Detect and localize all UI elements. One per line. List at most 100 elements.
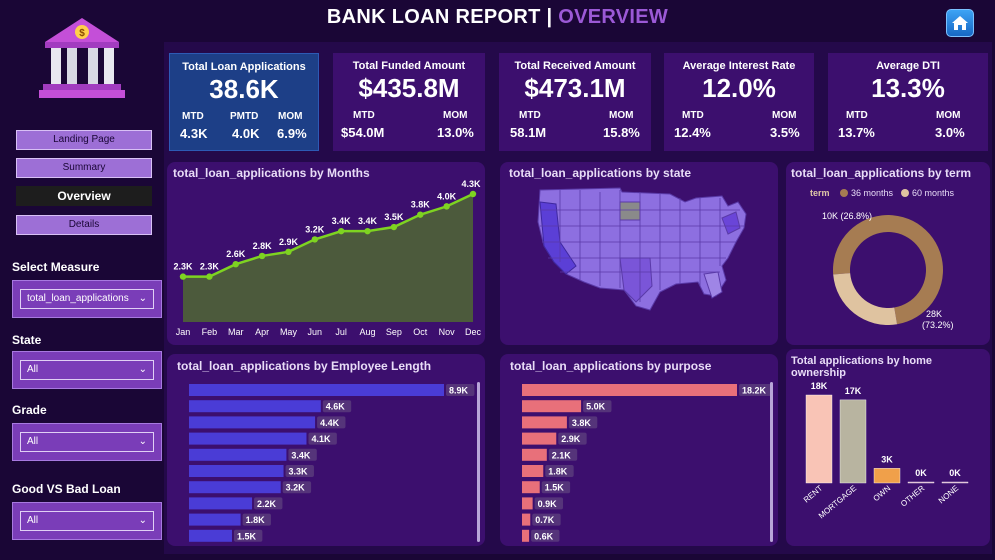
home-button[interactable] <box>946 9 974 37</box>
chevron-down-icon: ⌄ <box>138 436 147 447</box>
nav-landing-page[interactable]: Landing Page <box>16 130 152 150</box>
months-tick-label: Apr <box>255 327 269 337</box>
months-tick-label: Sep <box>386 327 402 337</box>
term-legend-label: 36 months <box>851 188 894 198</box>
months-data-label: 2.6K <box>226 249 246 259</box>
kpi-mtd-label: MTD <box>519 110 541 121</box>
purpose-panel: total_loan_applications by purpose 18.2K… <box>500 354 778 546</box>
bar <box>522 384 737 396</box>
bar-data-label: 1.5K <box>545 483 565 493</box>
months-tick-label: Feb <box>202 327 218 337</box>
scrollbar <box>770 382 773 542</box>
home-data-label: 0K <box>915 468 927 478</box>
kpi-mtd-label: MTD <box>682 110 704 121</box>
bar <box>522 432 557 445</box>
bar <box>522 465 544 477</box>
home-bar <box>907 481 935 484</box>
months-data-label: 3.8K <box>411 200 431 210</box>
kpi-pmtd-value: 4.0K <box>232 126 260 141</box>
nav-overview[interactable]: Overview <box>16 186 152 206</box>
months-chart[interactable]: 2.3K Jan 2.3K Feb 2.6K Mar 2.8K Apr 2.9K May 3.2K J… <box>167 162 485 345</box>
term-legend-title: term <box>810 188 830 198</box>
bar <box>189 497 253 510</box>
kpi-mom-label: MOM <box>936 110 961 121</box>
kpi-mtd-value: 12.4% <box>674 125 711 140</box>
home-icon <box>952 16 968 30</box>
months-point <box>443 203 450 210</box>
us-state-map[interactable] <box>500 162 778 345</box>
title-accent: OVERVIEW <box>558 6 669 28</box>
months-tick-label: Oct <box>413 327 428 337</box>
months-tick-label: Jan <box>176 327 191 337</box>
goodbad-label: Good VS Bad Loan <box>12 482 121 496</box>
bar <box>522 448 547 461</box>
bar <box>189 465 284 477</box>
kpi-mom-label: MOM <box>443 110 468 121</box>
kpi-value: 13.3% <box>871 73 945 103</box>
months-point <box>390 223 398 231</box>
kpi-mtd-value: 58.1M <box>510 125 547 140</box>
months-point <box>311 236 319 243</box>
bar-data-label: 1.5K <box>237 531 257 541</box>
goodbad-slicer[interactable]: All ⌄ <box>12 502 162 540</box>
svg-text:$: $ <box>79 28 85 39</box>
kpi-mom-label: MOM <box>772 110 797 121</box>
months-data-label: 3.4K <box>358 216 378 226</box>
term-slice-pct: (73.2%) <box>922 320 954 330</box>
state-north-dakota <box>619 201 641 221</box>
months-data-label: 3.4K <box>332 216 352 226</box>
kpi-total-applications: Total Loan Applications 38.6K MTD PMTD M… <box>169 53 319 151</box>
months-tick-label: Mar <box>228 327 244 337</box>
months-tick-label: Jul <box>335 327 347 337</box>
grade-value: All <box>27 436 39 447</box>
term-donut-chart[interactable]: term 36 months 60 months 28K(73.2%) 10K (26.… <box>786 162 990 345</box>
bar-data-label: 1.8K <box>548 467 568 477</box>
months-data-label: 2.3K <box>173 262 193 272</box>
grade-slicer[interactable]: All ⌄ <box>12 423 162 461</box>
term-legend-swatch <box>901 189 909 197</box>
bar-data-label: 8.9K <box>449 386 469 396</box>
kpi-mtd-label: MTD <box>182 111 204 122</box>
bar <box>189 529 232 542</box>
kpi-received-amount: Total Received Amount $473.1M MTD MOM 58… <box>499 53 651 151</box>
term-panel: total_loan_applications by term term 36 m… <box>786 162 990 345</box>
kpi-mtd-value: 13.7% <box>838 125 875 140</box>
bar <box>189 384 444 396</box>
months-data-label: 2.8K <box>253 241 273 251</box>
term-legend-swatch <box>840 189 848 197</box>
kpi-title: Total Received Amount <box>514 60 636 72</box>
bar-data-label: 3.8K <box>572 418 592 428</box>
state-label: State <box>12 333 42 347</box>
term-slice-label: 28K <box>926 309 942 319</box>
emp-bar-chart[interactable]: 8.9K 4.6K 4.4K 4.1K3.4K 3.3K 3.2K 2.2K 1.8K 1.5K <box>167 354 485 546</box>
chevron-down-icon: ⌄ <box>138 364 147 375</box>
months-point <box>337 227 345 235</box>
bar <box>522 481 540 494</box>
kpi-mtd-value: $54.0M <box>341 125 385 140</box>
purpose-bar-chart[interactable]: 18.2K 5.0K 3.8K 2.9K 2.1K 1.8K 1.5K 0.9K 0.7K 0.6… <box>500 354 778 546</box>
months-point <box>417 211 424 218</box>
bar <box>522 497 533 510</box>
bar-data-label: 18.2K <box>742 386 767 396</box>
home-bar <box>805 394 833 484</box>
measure-slicer[interactable]: total_loan_applications ⌄ <box>12 280 162 318</box>
nav-summary[interactable]: Summary <box>16 158 152 178</box>
state-slicer[interactable]: All ⌄ <box>12 351 162 389</box>
kpi-mom-value: 3.0% <box>935 125 965 140</box>
bar-data-label: 2.2K <box>257 499 277 509</box>
title-main: BANK LOAN REPORT | <box>326 6 559 28</box>
months-point <box>232 260 239 268</box>
kpi-title: Average Interest Rate <box>682 60 796 72</box>
state-panel: total_loan_applications by state <box>500 162 778 345</box>
home-tick-label: OTHER <box>899 483 926 508</box>
bar <box>522 400 582 413</box>
bar <box>189 400 321 413</box>
home-bar <box>839 399 867 484</box>
home-bar <box>873 468 901 484</box>
nav-details[interactable]: Details <box>16 215 152 235</box>
home-bar-chart[interactable]: 18KRENT17KMORTGAGE3KOWN0KOTHER0KNONE <box>786 349 990 546</box>
bar <box>522 529 530 542</box>
scrollbar <box>477 382 480 542</box>
kpi-value: $473.1M <box>524 73 626 103</box>
kpi-mom-value: 15.8% <box>603 125 640 140</box>
